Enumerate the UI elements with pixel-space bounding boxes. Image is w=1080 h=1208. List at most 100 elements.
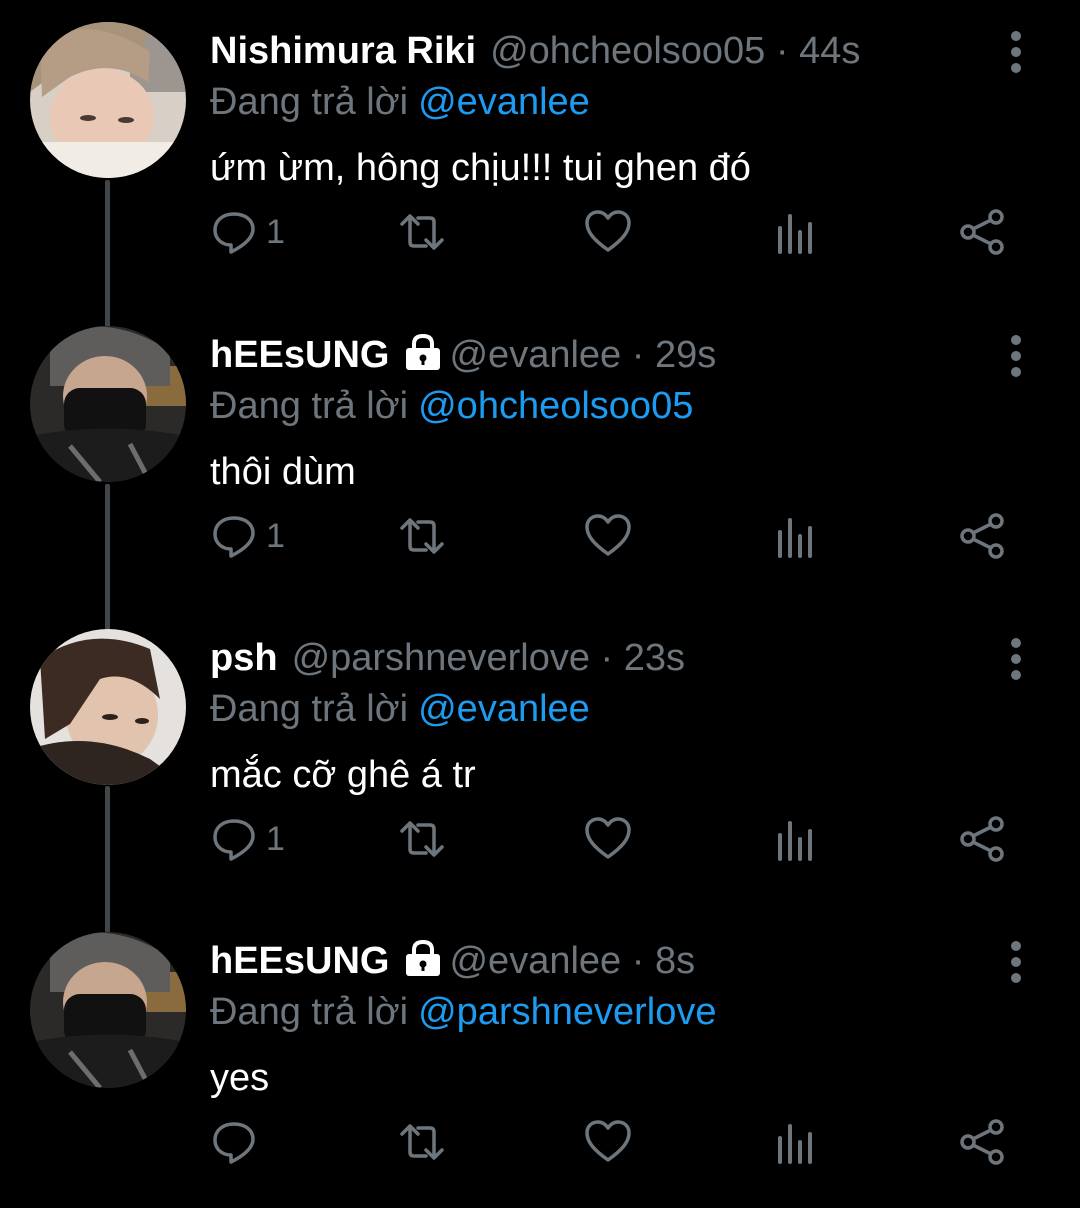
tweet-body: Nishimura Riki @ohcheolsoo05 · 44s Đang t… [210,26,970,200]
separator-dot: · [631,940,645,982]
retweet-icon [400,518,444,554]
reply-icon [213,1122,255,1164]
tweet-actions: 1 [210,206,1020,258]
analytics-icon [778,214,812,254]
replying-to-label: Đang trả lời [210,688,409,730]
reply-target-link[interactable]: @evanlee [418,81,590,123]
tweet-header: hEEsUNG @evanlee · 29s [210,330,970,380]
separator-dot: · [600,637,614,679]
tweet-text: mắc cỡ ghê á tr [210,754,476,796]
reply-target-link[interactable]: @parshneverlove [418,991,716,1033]
heart-icon [585,817,631,859]
reply-button[interactable]: 1 [210,813,285,865]
reply-count: 1 [266,212,285,251]
retweet-button[interactable] [398,206,446,258]
replying-to-label: Đang trả lời [210,991,409,1033]
share-button[interactable] [958,510,1006,562]
share-button[interactable] [958,1116,1006,1168]
display-name[interactable]: hEEsUNG [210,940,389,982]
like-button[interactable] [584,206,632,258]
avatar[interactable] [30,629,186,785]
tweet-header: Nishimura Riki @ohcheolsoo05 · 44s [210,26,970,76]
analytics-button[interactable] [772,510,820,562]
tweet-text: ứm ừm, hông chịu!!! tui ghen đó [210,147,751,189]
tweet[interactable]: hEEsUNG @evanlee · 29s Đang trả lời @ohche… [0,304,1080,607]
share-icon [960,209,1004,255]
timestamp[interactable]: 8s [655,940,695,982]
share-icon [960,513,1004,559]
analytics-button[interactable] [772,206,820,258]
tweet-body: hEEsUNG @evanlee · 8s Đang trả lời @parshn… [210,936,970,1110]
user-handle[interactable]: @evanlee [449,334,621,376]
share-button[interactable] [958,206,1006,258]
timestamp[interactable]: 23s [624,637,685,679]
protected-lock-icon [406,939,441,976]
heart-icon [585,210,631,252]
like-button[interactable] [584,510,632,562]
replying-to-label: Đang trả lời [210,385,409,427]
analytics-button[interactable] [772,813,820,865]
retweet-icon [400,1124,444,1160]
retweet-button[interactable] [398,813,446,865]
share-icon [960,816,1004,862]
reply-icon [213,516,255,558]
tweet-body: hEEsUNG @evanlee · 29s Đang trả lời @ohche… [210,330,970,504]
reply-count: 1 [266,516,285,555]
profile-photo-light-hair-icon [30,22,186,178]
reply-thread: Nishimura Riki @ohcheolsoo05 · 44s Đang t… [0,0,1080,1208]
more-options-icon[interactable] [1004,30,1028,74]
retweet-icon [400,821,444,857]
like-button[interactable] [584,813,632,865]
timestamp[interactable]: 29s [655,334,716,376]
tweet-header: psh @parshneverlove · 23s [210,633,970,683]
tweet[interactable]: Nishimura Riki @ohcheolsoo05 · 44s Đang t… [0,0,1080,303]
reply-button[interactable] [210,1116,266,1168]
display-name[interactable]: hEEsUNG [210,334,389,376]
separator-dot: · [775,30,789,72]
tweet-body: psh @parshneverlove · 23s Đang trả lời @ev… [210,633,970,807]
separator-dot: · [631,334,645,376]
reply-button[interactable]: 1 [210,206,285,258]
analytics-icon [778,1124,812,1164]
analytics-icon [778,518,812,558]
tweet-text: thôi dùm [210,451,356,493]
tweet-text: yes [210,1057,270,1099]
more-options-icon[interactable] [1004,940,1028,984]
timestamp[interactable]: 44s [799,30,860,72]
protected-lock-icon [406,333,441,370]
share-icon [960,1119,1004,1165]
tweet[interactable]: hEEsUNG @evanlee · 8s Đang trả lời @parshn… [0,910,1080,1208]
display-name[interactable]: psh [210,637,278,679]
heart-icon [585,514,631,556]
tweet[interactable]: psh @parshneverlove · 23s Đang trả lời @ev… [0,607,1080,910]
share-button[interactable] [958,813,1006,865]
tweet-actions: 1 [210,813,1020,865]
more-options-icon[interactable] [1004,334,1028,378]
user-handle[interactable]: @ohcheolsoo05 [490,30,765,72]
retweet-button[interactable] [398,510,446,562]
reply-target-link[interactable]: @evanlee [418,688,590,730]
user-handle[interactable]: @evanlee [449,940,621,982]
reply-button[interactable]: 1 [210,510,285,562]
like-button[interactable] [584,1116,632,1168]
tweet-actions [210,1116,1020,1168]
analytics-button[interactable] [772,1116,820,1168]
avatar[interactable] [30,22,186,178]
user-handle[interactable]: @parshneverlove [292,637,590,679]
avatar[interactable] [30,326,186,482]
profile-photo-masked-icon [30,326,186,482]
replying-to: Đang trả lời @ohcheolsoo05 [210,380,970,432]
analytics-icon [778,821,812,861]
replying-to: Đang trả lời @evanlee [210,76,970,128]
display-name[interactable]: Nishimura Riki [210,30,476,72]
reply-icon [213,212,255,254]
profile-photo-dark-hair-icon [30,629,186,785]
retweet-button[interactable] [398,1116,446,1168]
reply-icon [213,819,255,861]
avatar[interactable] [30,932,186,1088]
reply-target-link[interactable]: @ohcheolsoo05 [418,385,693,427]
replying-to: Đang trả lời @parshneverlove [210,986,970,1038]
reply-count: 1 [266,819,285,858]
more-options-icon[interactable] [1004,637,1028,681]
replying-to-label: Đang trả lời [210,81,409,123]
